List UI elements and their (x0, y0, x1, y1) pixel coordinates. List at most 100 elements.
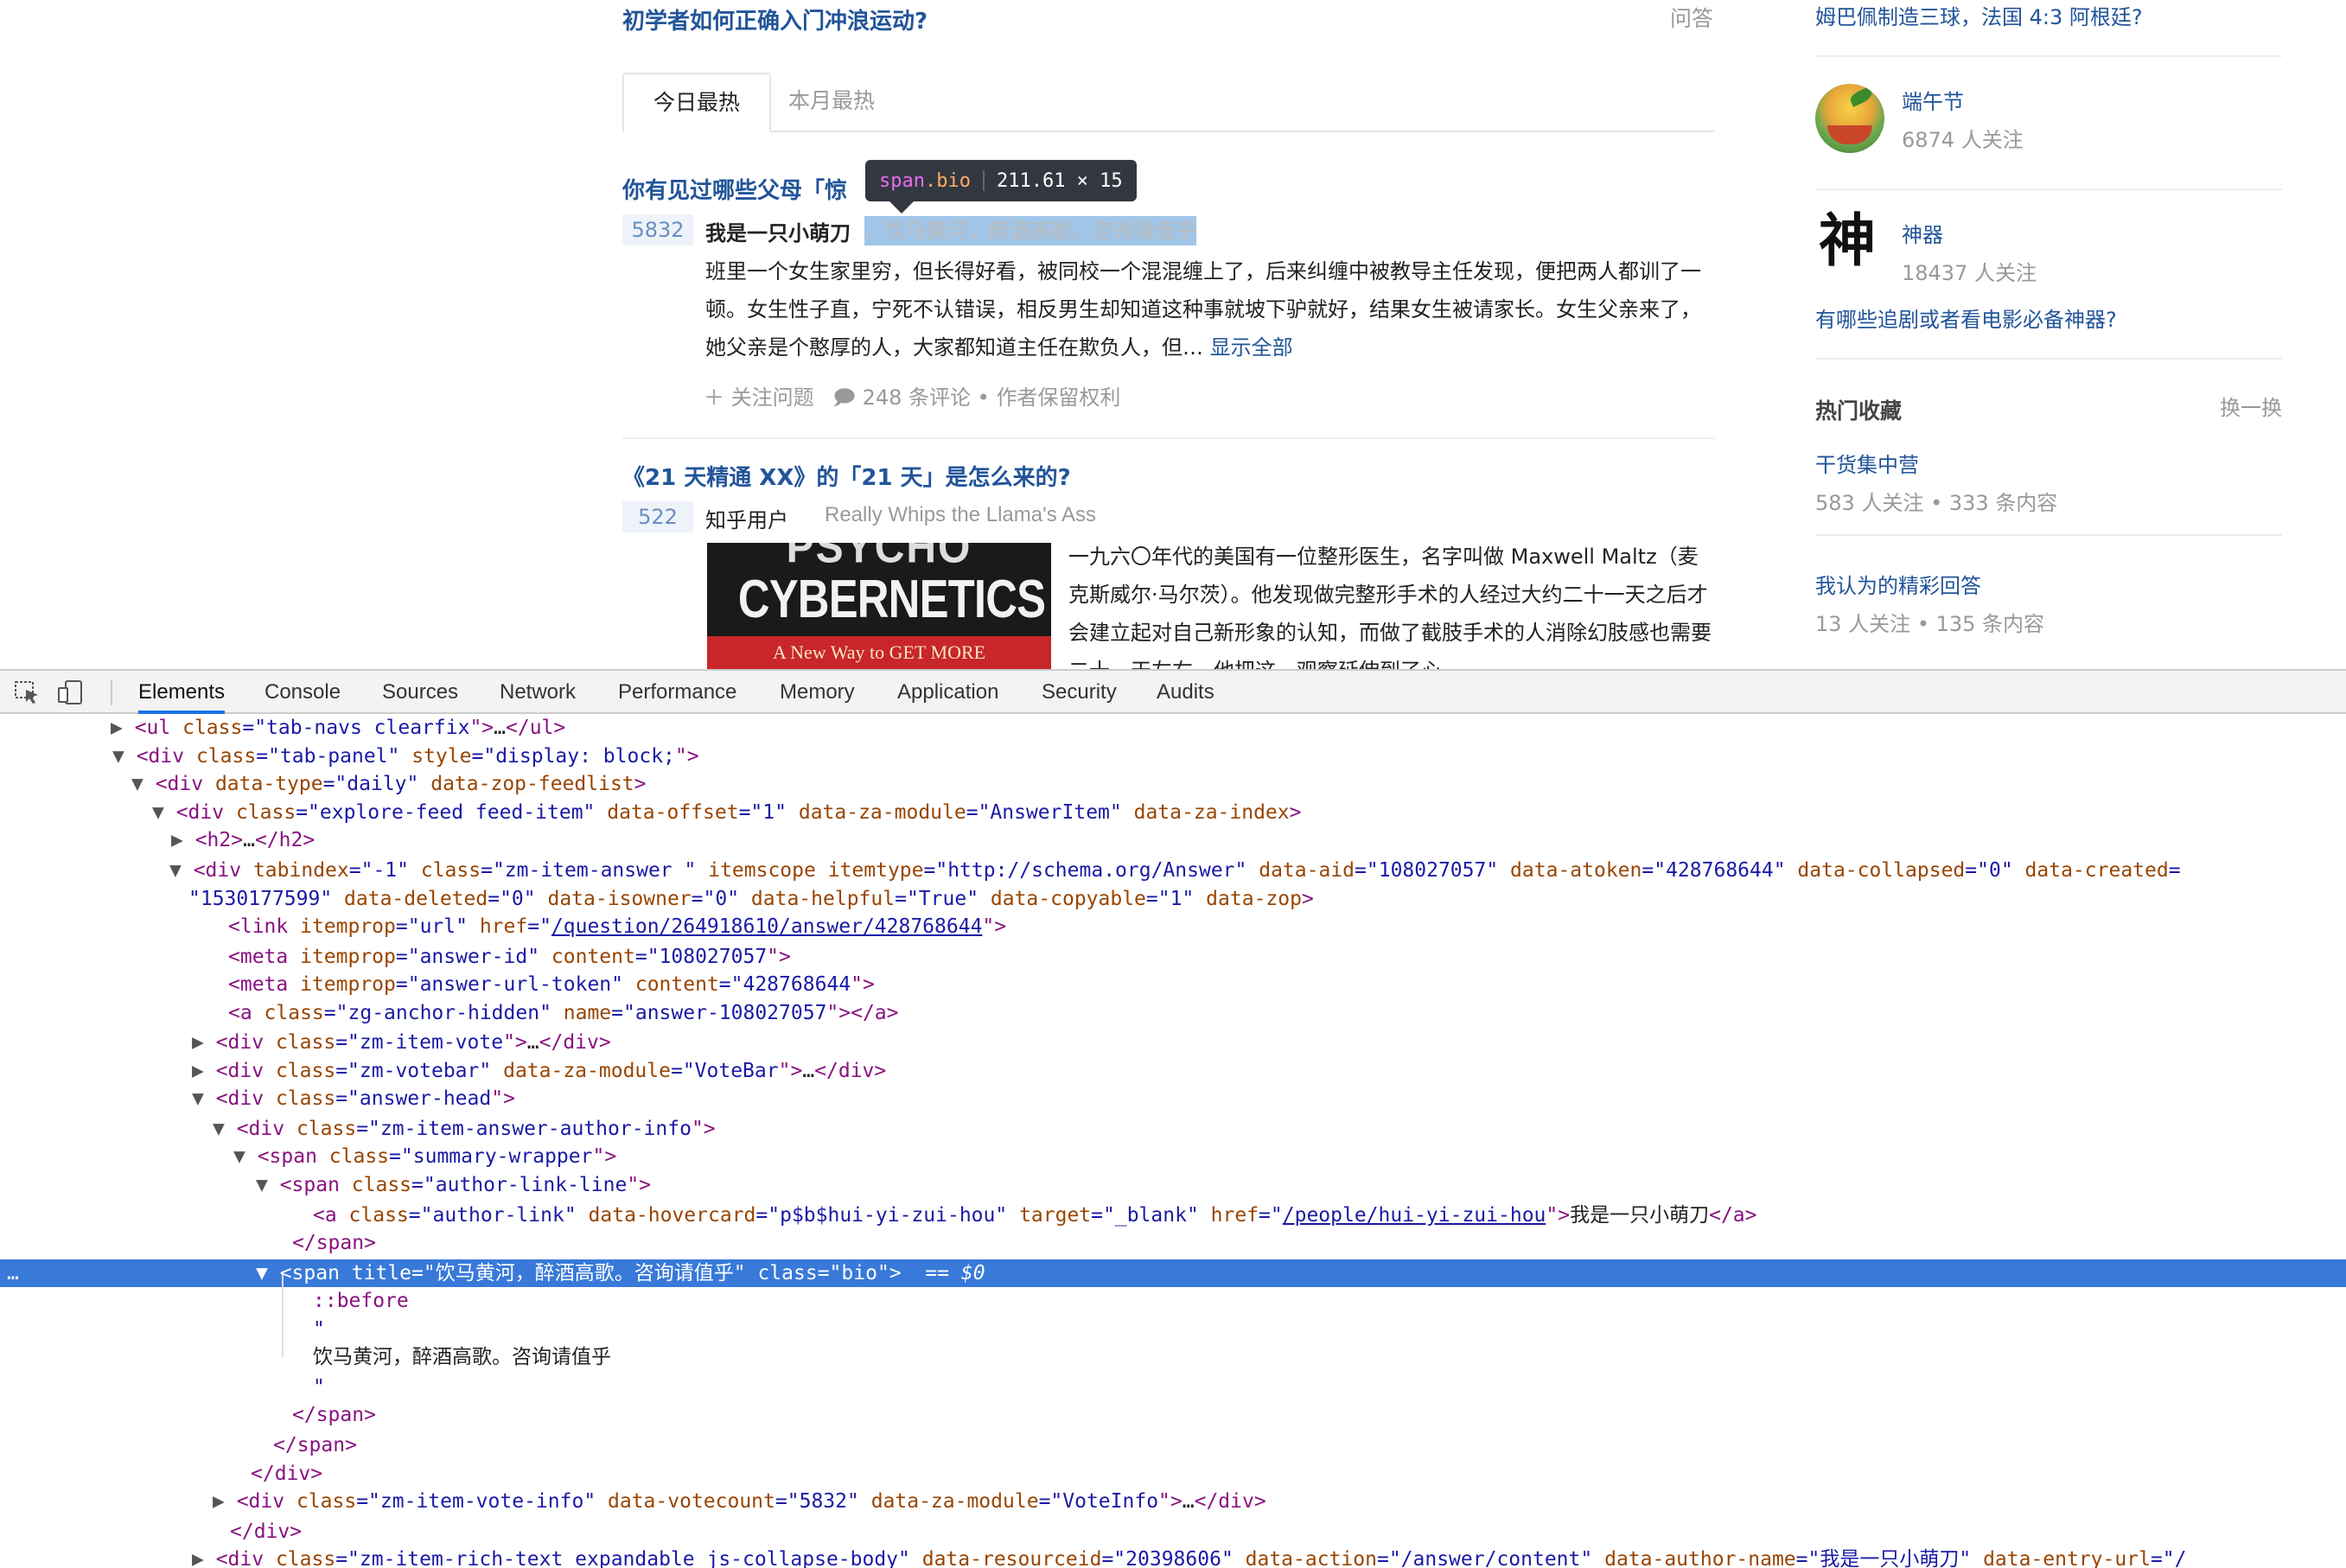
comment-icon: 🗩 (832, 386, 856, 410)
collections-heading: 热门收藏 (1815, 398, 1903, 424)
tooltip-class: .bio (924, 169, 971, 192)
book-cover-title: CYBERNETICS (737, 570, 1046, 629)
inspector-tooltip: span .bio 211.61 × 15 (865, 160, 1137, 214)
dom-tree-line[interactable]: <link itemprop="url" href="/question/264… (0, 913, 2346, 940)
divider (1815, 188, 2282, 190)
dom-tree-line[interactable]: ▶ <h2>…</h2> (0, 826, 2346, 854)
dom-tree-line[interactable]: <meta itemprop="answer-url-token" conten… (0, 971, 2346, 998)
topic-followers: 18437 人关注 (1902, 261, 2037, 285)
dom-tree-line[interactable]: ▶ <ul class="tab-navs clearfix">…</ul> (0, 714, 2346, 742)
author-bio-highlighted: ，饮马黄河，醉酒高歌。咨询请值乎 (864, 216, 1196, 245)
devtools-panel: Elements Console Sources Network Performance… (0, 669, 2346, 1568)
author-name[interactable]: 我是一只小萌刀 (705, 216, 851, 246)
divider (1815, 55, 2282, 57)
tooltip-separator (982, 170, 985, 191)
devtools-tab-security[interactable]: Security (1042, 671, 1117, 714)
topic-question-link[interactable]: 有哪些追剧或者看电影必备神器? (1815, 303, 2117, 333)
collection-name[interactable]: 干货集中营 (1815, 448, 1919, 478)
tab-today-hot[interactable]: 今日最热 (622, 73, 772, 132)
divider (1815, 534, 2282, 536)
bowl-decoration (1827, 125, 1872, 144)
dom-tree-line[interactable]: ::before (0, 1287, 2346, 1315)
dom-tree-line[interactable]: ▶ <div class="zm-item-vote-info" data-vo… (0, 1488, 2346, 1515)
dom-tree-line[interactable]: ▶ <div class="zm-item-vote">…</div> (0, 1029, 2346, 1056)
answer-summary: 一九六〇年代的美国有一位整形医生，名字叫做 Maxwell Maltz（麦克斯威… (1068, 545, 1712, 669)
devtools-tab-console[interactable]: Console (265, 671, 341, 714)
screen: 初学者如何正确入门冲浪运动? 问答 今日最热 本月最热 你有见过哪些父母「惊 5… (0, 0, 2346, 1568)
answer-actions: ＋ 关注问题 🗩 248 条评论 • 作者保留权利 (704, 380, 1120, 418)
divider (1815, 358, 2282, 360)
dom-tree-line[interactable]: ▶ <div class="zm-votebar" data-za-module… (0, 1057, 2346, 1085)
answer-summary: 班里一个女生家里穷，但长得好看，被同校一个混混缠上了，后来纠缠中被教导主任发现，… (705, 259, 1701, 360)
dom-tree-line[interactable]: ▼ <div tabindex="-1" class="zm-item-answ… (0, 857, 2346, 884)
collection-stats: 583 人关注 • 333 条内容 (1815, 491, 2058, 515)
dom-tree-line[interactable]: " (0, 1374, 2346, 1401)
devtools-tab-memory[interactable]: Memory (780, 671, 855, 714)
dom-tree-line[interactable]: </div> (0, 1460, 2346, 1488)
devtools-tab-application[interactable]: Application (897, 671, 998, 714)
divider (622, 437, 1715, 439)
tree-guide-line (282, 1274, 284, 1357)
devtools-tab-sources[interactable]: Sources (382, 671, 458, 714)
topic-avatar-duanwu[interactable] (1815, 84, 1884, 153)
dom-tree-line[interactable]: <a class="zg-anchor-hidden" name="answer… (0, 999, 2346, 1027)
dom-tree-line[interactable]: " (0, 1316, 2346, 1343)
dom-tree-line[interactable]: 饮马黄河，醉酒高歌。咨询请值乎 (0, 1343, 2346, 1371)
topic-avatar-shenqi[interactable]: 神 (1819, 206, 1876, 275)
devtools-tab-performance[interactable]: Performance (618, 671, 736, 714)
elements-tree: ▶ <ul class="tab-navs clearfix">…</ul> ▼ … (0, 714, 2346, 1568)
leaf-decoration (1848, 86, 1874, 107)
collection-name[interactable]: 我认为的精彩回答 (1815, 569, 1981, 599)
web-page: 初学者如何正确入门冲浪运动? 问答 今日最热 本月最热 你有见过哪些父母「惊 5… (0, 0, 2346, 669)
follow-question-button[interactable]: 关注问题 (731, 386, 814, 410)
selected-dom-node[interactable]: ▼ <span title="饮马黄河，醉酒高歌。咨询请值乎" class="b… (0, 1259, 2346, 1287)
feed-question-title[interactable]: 《21 天精通 XX》的「21 天」是怎么来的? (622, 460, 1071, 492)
plus-icon: ＋ (704, 386, 724, 410)
dom-tree-line[interactable]: </span> (0, 1431, 2346, 1459)
device-toolbar-icon[interactable] (57, 679, 85, 705)
dom-tree-line[interactable]: </span> (0, 1229, 2346, 1257)
dom-tree-line[interactable]: "1530177599" data-deleted="0" data-isown… (0, 885, 2346, 913)
toolbar-divider (111, 679, 112, 705)
tooltip-tag: span (879, 169, 925, 192)
feed-tabs: 今日最热 本月最热 (622, 73, 1715, 132)
topic-name[interactable]: 端午节 (1902, 85, 1964, 115)
author-name[interactable]: 知乎用户 (705, 503, 788, 533)
devtools-tab-network[interactable]: Network (500, 671, 576, 714)
dom-tree-line[interactable]: ▼ <div class="tab-panel" style="display:… (0, 743, 2346, 770)
collection-stats: 13 人关注 • 135 条内容 (1815, 612, 2045, 636)
devtools-tab-elements[interactable]: Elements (138, 671, 226, 714)
book-cover-image[interactable]: PSYCHO CYBERNETICS A New Way to GET MORE (707, 543, 1051, 669)
inspect-element-icon[interactable] (14, 679, 41, 705)
refresh-collections-button[interactable]: 换一换 (2220, 391, 2282, 421)
dom-tree-line[interactable]: ▶ <div class="zm-item-rich-text expandab… (0, 1546, 2346, 1568)
topic-followers: 6874 人关注 (1902, 128, 2024, 152)
devtools-tab-audits[interactable]: Audits (1157, 671, 1214, 714)
dom-tree-line[interactable]: ▼ <div class="explore-feed feed-item" da… (0, 799, 2346, 826)
answer-type-label: 问答 (1670, 6, 1714, 31)
top-question-title[interactable]: 初学者如何正确入门冲浪运动? (622, 3, 928, 35)
sidebar-top-link[interactable]: 姆巴佩制造三球，法国 4:3 阿根廷? (1815, 0, 2143, 30)
feed-question-title[interactable]: 你有见过哪些父母「惊 (622, 173, 847, 205)
tooltip-size: 211.61 × 15 (996, 169, 1123, 192)
dom-tree-line[interactable]: </span> (0, 1401, 2346, 1429)
tab-month-hot[interactable]: 本月最热 (759, 73, 904, 132)
show-all-link[interactable]: 显示全部 (1210, 335, 1293, 360)
dom-tree-line[interactable]: ▼ <span class="author-link-line"> (0, 1171, 2346, 1199)
vote-count[interactable]: 5832 (622, 214, 693, 245)
dom-tree-line[interactable]: </div> (0, 1518, 2346, 1546)
topic-name[interactable]: 神器 (1902, 218, 1943, 248)
dom-tree-line[interactable]: ▼ <span class="summary-wrapper"> (0, 1143, 2346, 1170)
dom-tree-line[interactable]: ▼ <div class="zm-item-answer-author-info… (0, 1115, 2346, 1143)
rights-label: 作者保留权利 (996, 386, 1121, 410)
dom-tree-line[interactable]: ▼ <div class="answer-head"> (0, 1085, 2346, 1112)
vote-count[interactable]: 522 (622, 501, 693, 532)
book-cover-subtitle: A New Way to GET MORE (772, 641, 986, 663)
dom-tree-line[interactable]: <meta itemprop="answer-id" content="1080… (0, 943, 2346, 971)
devtools-toolbar: Elements Console Sources Network Performance… (0, 671, 2346, 714)
separator-dot: • (977, 386, 997, 410)
dom-tree-line[interactable]: ▼ <div data-type="daily" data-zop-feedli… (0, 770, 2346, 798)
comments-button[interactable]: 248 条评论 (863, 386, 971, 410)
dom-tree-line[interactable]: <a class="author-link" data-hovercard="p… (0, 1201, 2346, 1229)
author-bio: Really Whips the Llama's Ass (825, 503, 1097, 526)
